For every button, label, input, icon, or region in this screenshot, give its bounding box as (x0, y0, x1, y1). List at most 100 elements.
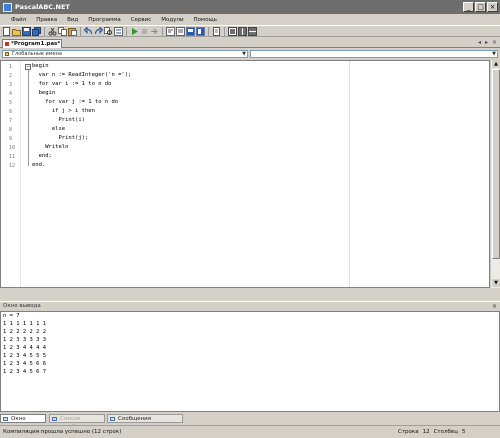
code-line: Print(j); (32, 135, 89, 141)
output-pane-header: Окно вывода × (0, 301, 500, 311)
menu-modules[interactable]: Модули (156, 17, 188, 23)
debug-into-icon[interactable] (166, 26, 175, 36)
toolbar-separator (80, 26, 81, 36)
code-line: end; (32, 153, 52, 159)
tab-close-button[interactable]: × (492, 39, 497, 46)
error-list-icon (52, 417, 57, 421)
code-line: if j > i then (32, 108, 95, 114)
toolbar-separator (44, 26, 45, 36)
code-line: end. (32, 162, 46, 168)
namespace-icon (5, 52, 9, 56)
scroll-up-icon[interactable]: ▲ (492, 60, 500, 68)
cut-icon[interactable] (48, 27, 57, 36)
redo-icon[interactable] (94, 25, 104, 36)
output-pane-title: Окно вывода (3, 303, 41, 309)
code-line: for var j := 1 to n do (32, 99, 119, 105)
window-layout-a-icon[interactable] (228, 26, 237, 36)
fold-guide-line (28, 70, 29, 166)
line-number: 10 (9, 145, 16, 151)
stop-icon[interactable] (140, 27, 149, 36)
compile-icon[interactable] (212, 26, 221, 36)
editor-tab-bar: *Program1.pas* ◂ ▸ × (0, 38, 500, 48)
status-bar: Компиляция прошла успешно (12 строк) Стр… (0, 425, 500, 438)
chevron-down-icon: ▼ (492, 51, 496, 57)
menu-view[interactable]: Вид (62, 17, 83, 23)
output-line: 1 2 3 4 5 5 5 (3, 353, 47, 359)
minimize-button[interactable]: _ (463, 2, 474, 12)
line-number: 7 (9, 118, 13, 124)
compiler-messages-icon (110, 417, 115, 421)
code-line: var n := ReadInteger('n ='); (32, 72, 132, 78)
close-output-button[interactable]: × (492, 302, 497, 311)
toolbar-separator (126, 26, 127, 36)
copy-icon[interactable] (58, 26, 67, 36)
window-layout-b-icon[interactable] (238, 26, 247, 36)
tab-error-list[interactable]: Список ошибок (49, 414, 105, 430)
window-title: PascalABC.NET (15, 3, 70, 11)
output-window[interactable]: n = 7 1 1 1 1 1 1 1 1 2 2 2 2 2 2 1 2 3 … (0, 311, 500, 412)
combo-value: Глобальные имена (12, 51, 62, 57)
run-icon[interactable] (130, 27, 139, 36)
code-line: for var i := 1 to n do (32, 81, 112, 87)
line-number: 8 (9, 127, 13, 133)
col-label: Столбец (433, 429, 459, 435)
menu-tools[interactable]: Сервис (126, 17, 157, 23)
save-file-icon[interactable] (22, 26, 31, 36)
scrollbar-thumb[interactable] (492, 69, 500, 259)
cursor-position: Строка 12 Столбец 5 (398, 426, 470, 438)
menu-edit[interactable]: Правка (31, 17, 62, 23)
close-window-button[interactable]: × (487, 2, 498, 12)
members-combo[interactable]: ▼ (250, 50, 498, 58)
tab-scroll-left-icon[interactable]: ◂ (478, 39, 481, 46)
tab-label: *Program1.pas* (11, 41, 61, 47)
replace-icon[interactable] (114, 26, 123, 36)
line-number: 3 (9, 82, 13, 88)
paste-icon[interactable] (68, 27, 77, 36)
window-controls: _ □ × (463, 2, 498, 12)
line-number-gutter: 1 2 3 4 5 6 7 8 9 10 11 12 (1, 61, 21, 287)
debug-over-icon[interactable] (176, 26, 185, 36)
menu-help[interactable]: Помощь (189, 17, 222, 23)
line-number: 9 (9, 136, 13, 142)
row-value: 12 (422, 429, 430, 435)
navigation-bar: Глобальные имена ▼ ▼ (0, 49, 500, 59)
toggle-output-icon[interactable] (186, 26, 195, 36)
code-line: Print(i) (32, 117, 85, 123)
line-number: 12 (9, 163, 16, 169)
menu-bar: Файл Правка Вид Программа Сервис Модули … (0, 14, 500, 25)
undo-icon[interactable] (83, 25, 93, 36)
line-number: 4 (9, 91, 13, 97)
tab-output-window[interactable]: Окно вывода (0, 414, 46, 430)
global-names-combo[interactable]: Глобальные имена ▼ (2, 50, 248, 58)
output-window-icon (3, 417, 8, 421)
col-value: 5 (462, 429, 466, 435)
toggle-editor-icon[interactable] (196, 26, 205, 36)
chevron-down-icon: ▼ (242, 51, 246, 57)
output-line: 1 1 1 1 1 1 1 (3, 321, 47, 327)
menu-file[interactable]: Файл (6, 17, 31, 23)
toolbar (0, 25, 500, 37)
find-icon[interactable] (104, 26, 113, 36)
code-line: Writeln (32, 144, 69, 150)
output-line: 1 2 3 3 3 3 3 (3, 337, 47, 343)
editor-vertical-scrollbar[interactable]: ▲ ▼ (490, 60, 500, 288)
code-line: else (32, 126, 66, 132)
step-icon[interactable] (150, 27, 159, 36)
scroll-down-icon[interactable]: ▼ (492, 279, 500, 287)
open-file-icon[interactable] (12, 27, 21, 36)
output-line: 1 2 3 4 4 4 4 (3, 345, 47, 351)
code-editor[interactable]: 1 2 3 4 5 6 7 8 9 10 11 12 − begin var n… (0, 60, 490, 288)
code-line: begin (32, 90, 56, 96)
line-number: 2 (9, 73, 13, 79)
tab-compiler-messages[interactable]: Сообщения компилятора (107, 414, 183, 430)
tab-scroll-right-icon[interactable]: ▸ (485, 39, 488, 46)
new-file-icon[interactable] (2, 26, 11, 36)
menu-program[interactable]: Программа (83, 17, 125, 23)
window-layout-c-icon[interactable] (248, 26, 257, 36)
output-line: 1 2 3 4 5 6 7 (3, 369, 47, 375)
line-number: 1 (9, 64, 13, 70)
tab-program1[interactable]: *Program1.pas* (2, 39, 62, 48)
line-number: 11 (9, 154, 16, 160)
maximize-button[interactable]: □ (475, 2, 486, 12)
save-all-icon[interactable] (32, 26, 41, 36)
